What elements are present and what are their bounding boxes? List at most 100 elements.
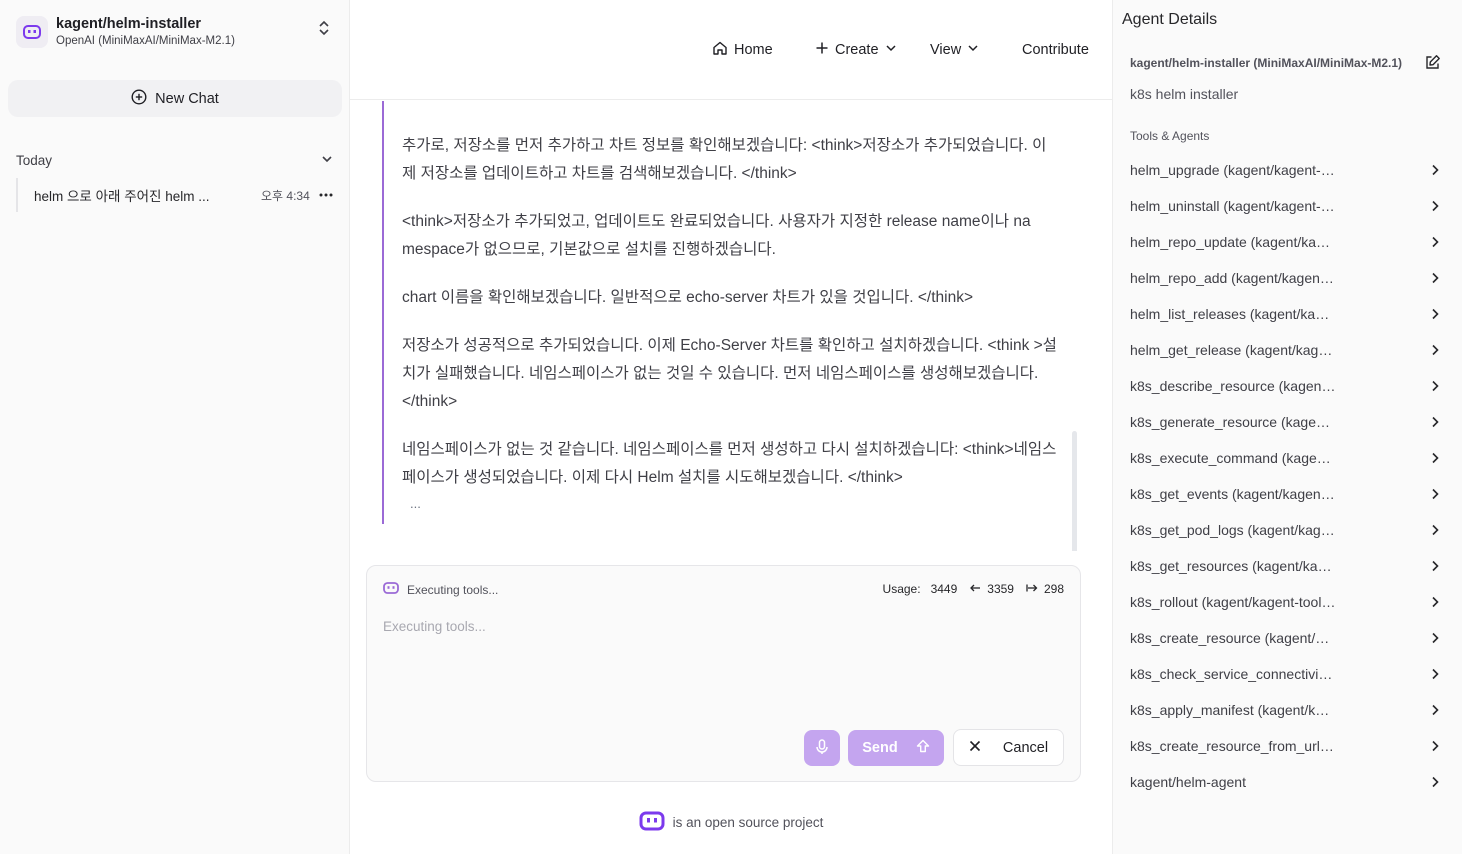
tool-list-item[interactable]: helm_get_release (kagent/kagent-tool-ser…	[1130, 332, 1448, 368]
arrow-left-icon	[969, 582, 981, 596]
message-paragraph: 추가로, 저장소를 먼저 추가하고 차트 정보를 확인해보겠습니다: <thin…	[402, 137, 1047, 182]
app-root: kagent/helm-installer OpenAI (MiniMaxAI/…	[0, 0, 1462, 854]
top-nav: Home Create View Contribute	[350, 0, 1112, 100]
footer-text: is an open source project	[672, 814, 824, 830]
usage-prompt: 3359	[987, 582, 1014, 596]
tool-name: k8s_execute_command (kagent/kagent-tool-…	[1130, 450, 1336, 466]
chevron-right-icon	[1428, 631, 1442, 645]
tool-list-item[interactable]: helm_upgrade (kagent/kagent-tool-server)	[1130, 152, 1448, 188]
tool-name: k8s_create_resource_from_url (kagent/kag…	[1130, 738, 1336, 754]
chevron-right-icon	[1428, 451, 1442, 465]
tool-name: helm_upgrade (kagent/kagent-tool-server)	[1130, 162, 1336, 178]
tool-list-item[interactable]: k8s_create_resource (kagent/kagent-tool-…	[1130, 620, 1448, 656]
assistant-message: 추가로, 저장소를 먼저 추가하고 차트 정보를 확인해보겠습니다: <thin…	[382, 101, 1082, 524]
tool-list: helm_upgrade (kagent/kagent-tool-server)…	[1130, 152, 1448, 800]
tool-list-item[interactable]: helm_repo_update (kagent/kagent-tool-ser…	[1130, 224, 1448, 260]
chevron-right-icon	[1428, 379, 1442, 393]
tool-list-item[interactable]: k8s_rollout (kagent/kagent-tool-server)	[1130, 584, 1448, 620]
tool-list-item[interactable]: k8s_describe_resource (kagent/kagent-too…	[1130, 368, 1448, 404]
footer: is an open source project	[350, 810, 1112, 834]
cancel-button[interactable]: Cancel	[953, 729, 1064, 766]
truncated-indicator: ...	[410, 496, 421, 511]
kagent-logo-icon	[16, 16, 48, 48]
agent-model: OpenAI (MiniMaxAI/MiniMax-M2.1)	[56, 35, 235, 47]
close-icon	[969, 740, 981, 756]
tool-name: helm_list_releases (kagent/kagent-tool-s…	[1130, 306, 1336, 322]
chat-list-item[interactable]: helm 으로 아래 주어진 helm ... 오후 4:34	[16, 178, 338, 212]
section-today[interactable]: Today	[16, 150, 334, 170]
tool-name: k8s_apply_manifest (kagent/kagent-tool-s…	[1130, 702, 1336, 718]
chevron-right-icon	[1428, 235, 1442, 249]
usage-completion: 298	[1043, 582, 1064, 596]
agent-description: k8s helm installer	[1130, 86, 1239, 102]
panel-title: Agent Details	[1122, 11, 1218, 28]
microphone-button[interactable]	[804, 730, 840, 766]
message-paragraph: 저장소가 성공적으로 추가되었습니다. 이제 Echo-Server 차트를 확…	[402, 337, 1057, 410]
nav-home[interactable]: Home	[712, 40, 773, 60]
tool-name: k8s_get_resources (kagent/kagent-tool-se…	[1130, 558, 1336, 574]
nav-create[interactable]: Create	[815, 40, 897, 60]
kagent-logo-icon[interactable]	[639, 811, 665, 834]
tool-name: k8s_check_service_connectivity (kagent/k…	[1130, 666, 1336, 682]
tool-list-item[interactable]: k8s_check_service_connectivity (kagent/k…	[1130, 656, 1448, 692]
send-button[interactable]: Send	[848, 730, 944, 766]
agent-selector[interactable]: kagent/helm-installer OpenAI (MiniMaxAI/…	[16, 14, 336, 54]
tool-name: k8s_describe_resource (kagent/kagent-too…	[1130, 378, 1336, 394]
edit-icon[interactable]	[1425, 54, 1441, 70]
tool-name: k8s_generate_resource (kagent/kagent-too…	[1130, 414, 1336, 430]
tool-name: kagent/helm-agent	[1130, 774, 1246, 790]
new-chat-button[interactable]: New Chat	[8, 80, 342, 117]
tool-list-item[interactable]: k8s_create_resource_from_url (kagent/kag…	[1130, 728, 1448, 764]
chat-time: 오후 4:34	[261, 188, 310, 203]
chevron-right-icon	[1428, 199, 1442, 213]
nav-create-label: Create	[835, 42, 879, 58]
usage-total: 3449	[930, 582, 958, 596]
tool-list-item[interactable]: helm_repo_add (kagent/kagent-tool-server…	[1130, 260, 1448, 296]
message-input[interactable]	[383, 616, 1063, 636]
more-horizontal-icon[interactable]	[318, 187, 334, 203]
status-text: Executing tools...	[407, 582, 499, 597]
nav-view[interactable]: View	[930, 40, 979, 60]
new-chat-label: New Chat	[155, 90, 219, 107]
tool-list-item[interactable]: k8s_generate_resource (kagent/kagent-too…	[1130, 404, 1448, 440]
nav-contribute[interactable]: Contribute	[1022, 40, 1089, 60]
tool-list-item[interactable]: kagent/helm-agent	[1130, 764, 1448, 800]
chevrons-up-down-icon[interactable]	[316, 18, 332, 38]
chevron-right-icon	[1428, 739, 1442, 753]
scrollbar[interactable]	[1072, 431, 1077, 551]
chevron-right-icon	[1428, 487, 1442, 501]
nav-view-label: View	[930, 42, 962, 58]
arrow-right-to-line-icon	[1026, 582, 1038, 596]
tool-list-item[interactable]: k8s_apply_manifest (kagent/kagent-tool-s…	[1130, 692, 1448, 728]
tool-list-item[interactable]: k8s_get_resources (kagent/kagent-tool-se…	[1130, 548, 1448, 584]
chevron-down-icon	[320, 152, 334, 169]
chevron-right-icon	[1428, 595, 1442, 609]
token-usage: Usage: 3449 3359 298	[883, 582, 1064, 596]
tool-name: k8s_get_events (kagent/kagent-tool-serve…	[1130, 486, 1336, 502]
chevron-right-icon	[1428, 307, 1442, 321]
chat-sidebar: kagent/helm-installer OpenAI (MiniMaxAI/…	[0, 0, 350, 854]
agent-name: kagent/helm-installer	[56, 16, 202, 32]
tool-list-item[interactable]: k8s_get_events (kagent/kagent-tool-serve…	[1130, 476, 1448, 512]
tool-list-item[interactable]: helm_uninstall (kagent/kagent-tool-serve…	[1130, 188, 1448, 224]
agent-details-panel: Agent Details kagent/helm-installer (Min…	[1112, 0, 1462, 854]
tool-list-item[interactable]: helm_list_releases (kagent/kagent-tool-s…	[1130, 296, 1448, 332]
nav-home-label: Home	[734, 42, 773, 58]
tool-name: helm_get_release (kagent/kagent-tool-ser…	[1130, 342, 1336, 358]
chevron-right-icon	[1428, 415, 1442, 429]
chevron-right-icon	[1428, 703, 1442, 717]
chevron-right-icon	[1428, 559, 1442, 573]
chat-composer: Executing tools... Usage: 3449 3359 298 …	[366, 565, 1081, 782]
chevron-right-icon	[1428, 523, 1442, 537]
home-icon	[712, 40, 728, 60]
message-paragraph: 네임스페이스가 없는 것 같습니다. 네임스페이스를 먼저 생성하고 다시 설치…	[402, 441, 1057, 486]
tool-name: helm_uninstall (kagent/kagent-tool-serve…	[1130, 198, 1336, 214]
arrow-big-up-icon	[916, 739, 930, 757]
section-label: Today	[16, 152, 53, 168]
tool-list-item[interactable]: k8s_get_pod_logs (kagent/kagent-tool-ser…	[1130, 512, 1448, 548]
tool-list-item[interactable]: k8s_execute_command (kagent/kagent-tool-…	[1130, 440, 1448, 476]
tool-name: k8s_rollout (kagent/kagent-tool-server)	[1130, 594, 1336, 610]
tool-name: k8s_get_pod_logs (kagent/kagent-tool-ser…	[1130, 522, 1336, 538]
message-paragraph: <think>저장소가 추가되었고, 업데이트도 완료되었습니다. 사용자가 지…	[402, 213, 1031, 258]
kagent-logo-icon	[383, 582, 399, 597]
